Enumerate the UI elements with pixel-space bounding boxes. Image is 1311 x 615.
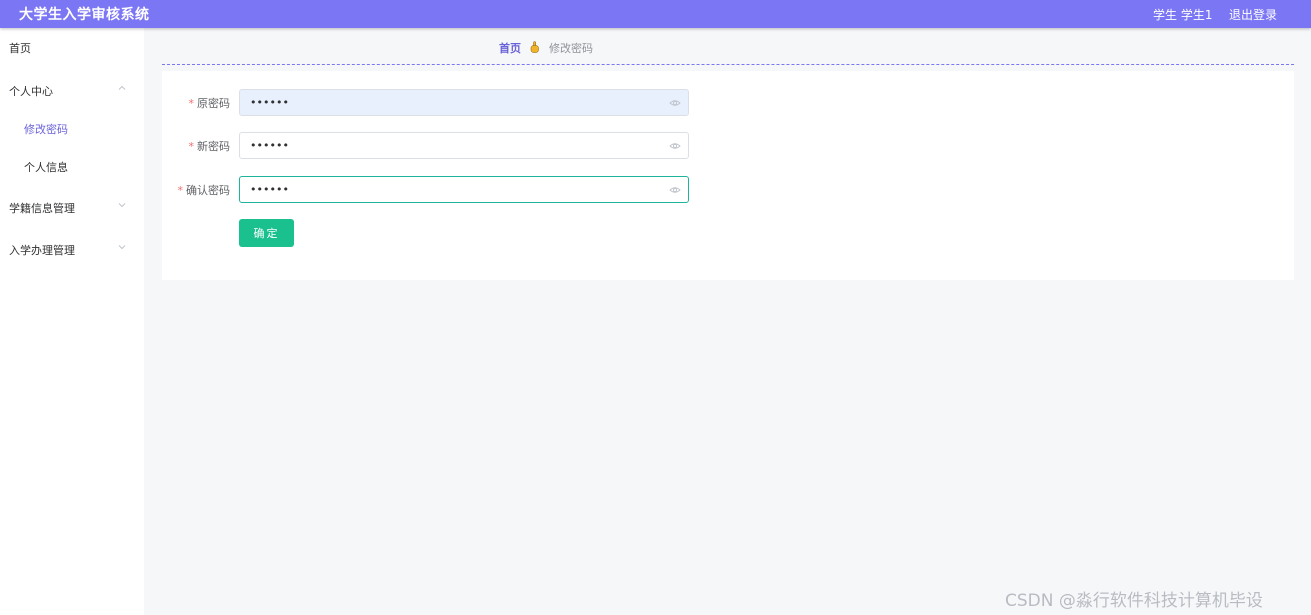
sidebar: 首页 个人中心 修改密码 个人信息 学籍信息管理 入学办理管理 [0,28,144,615]
top-header: 大学生入学审核系统 学生 学生1 退出登录 [0,0,1311,28]
old-password-label: * 原密码 [189,95,231,111]
logout-link[interactable]: 退出登录 [1229,6,1277,23]
sidebar-item-home[interactable]: 首页 [0,28,144,66]
new-password-label-text: 新密码 [197,140,230,153]
hand-icon [530,41,539,53]
eye-icon[interactable] [669,140,681,152]
sidebar-item-personal-info[interactable]: 个人信息 [0,147,144,185]
sidebar-item-label: 修改密码 [24,123,68,136]
user-info: 学生 学生1 [1153,8,1213,22]
eye-icon[interactable] [669,97,681,109]
sidebar-item-label: 学籍信息管理 [9,202,75,215]
sidebar-item-personal-center[interactable]: 个人中心 [0,71,144,109]
old-password-label-text: 原密码 [197,97,230,110]
required-mark: * [177,184,184,197]
breadcrumb: 首页 修改密码 [499,40,593,56]
confirm-button[interactable]: 确定 [239,219,294,247]
sidebar-item-enrollment[interactable]: 入学办理管理 [0,230,144,268]
sidebar-item-label: 入学办理管理 [9,244,75,257]
eye-icon[interactable] [669,184,681,196]
breadcrumb-current: 修改密码 [549,42,593,55]
breadcrumb-home[interactable]: 首页 [499,42,521,55]
sidebar-item-label: 首页 [9,42,31,55]
form-row-confirm-password: * 确认密码 [162,176,1294,203]
new-password-label: * 新密码 [189,138,231,154]
sidebar-item-student-status[interactable]: 学籍信息管理 [0,188,144,226]
confirm-password-input[interactable] [239,176,689,203]
old-password-input[interactable] [239,89,689,116]
confirm-password-label: * 确认密码 [178,182,231,198]
breadcrumb-divider [162,64,1294,65]
form-row-old-password: * 原密码 [162,89,1294,116]
sidebar-item-change-password[interactable]: 修改密码 [0,109,144,147]
confirm-password-label-text: 确认密码 [186,184,230,197]
app-title: 大学生入学审核系统 [19,7,150,23]
chevron-up-icon [118,85,126,90]
password-form: * 原密码 * 新密码 * 确认密码 确定 [162,71,1294,280]
sidebar-item-label: 个人中心 [9,85,53,98]
chevron-down-icon [118,245,126,250]
chevron-down-icon [118,203,126,208]
sidebar-item-label: 个人信息 [24,161,68,174]
required-mark: * [188,140,195,153]
new-password-input[interactable] [239,132,689,159]
form-row-new-password: * 新密码 [162,132,1294,159]
watermark: CSDN @淼行软件科技计算机毕设 [1005,591,1263,611]
required-mark: * [188,97,195,110]
